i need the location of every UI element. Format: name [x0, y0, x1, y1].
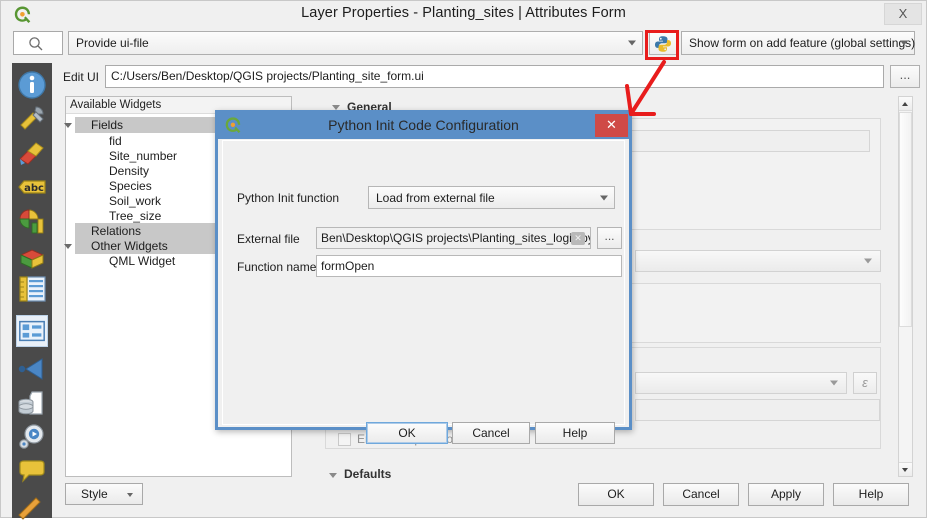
search-input[interactable] — [13, 31, 63, 55]
sidebar-item-attributes-form[interactable] — [16, 315, 48, 347]
actions-gear-icon — [19, 424, 44, 449]
page-title: Layer Properties - Planting_sites | Attr… — [301, 5, 626, 21]
dialog-ok-button[interactable]: OK — [366, 422, 448, 444]
edit-ui-label: Edit UI — [63, 70, 100, 84]
form-layout-select[interactable]: Provide ui-file — [68, 31, 643, 55]
dialog-close-button[interactable]: ✕ — [595, 114, 628, 137]
sidebar-item-source[interactable] — [16, 103, 48, 135]
labels-abc-icon: abc — [18, 180, 46, 194]
dialog-title-bar: Python Init Code Configuration ✕ — [218, 113, 629, 139]
right-panel-scrollbar[interactable] — [898, 96, 913, 477]
layer-properties-window: Layer Properties - Planting_sites | Attr… — [0, 0, 927, 520]
tree-label: Density — [109, 164, 150, 178]
sidebar-item-diagrams[interactable] — [16, 205, 48, 237]
function-name-input[interactable]: formOpen — [316, 255, 622, 277]
widget-type-select[interactable] — [635, 250, 881, 272]
properties-category-rail: abc — [12, 63, 52, 520]
scroll-down-button[interactable] — [899, 462, 912, 476]
external-file-browse-button[interactable]: ... — [597, 227, 622, 249]
information-icon — [18, 71, 46, 99]
tree-label: Tree_size — [109, 209, 162, 223]
sidebar-item-labels[interactable]: abc — [16, 171, 48, 203]
dialog-button-bar: Style OK Cancel Apply Help — [1, 477, 927, 517]
function-name-label: Function name — [237, 260, 317, 274]
tree-label: fid — [109, 134, 122, 148]
style-button-label: Style — [81, 487, 108, 501]
chevron-down-icon — [628, 40, 636, 46]
edit-ui-row: Edit UI C:/Users/Ben/Desktop/QGIS projec… — [1, 65, 927, 91]
svg-text:abc: abc — [24, 183, 44, 194]
chevron-down-icon[interactable] — [64, 123, 72, 128]
python-init-function-select[interactable]: Load from external file — [368, 186, 615, 209]
dialog-cancel-button[interactable]: Cancel — [452, 422, 530, 444]
triangle-down-icon — [902, 468, 908, 472]
fields-ruler-icon — [19, 276, 46, 302]
edit-ui-input[interactable]: C:/Users/Ben/Desktop/QGIS projects/Plant… — [105, 65, 884, 88]
apply-button[interactable]: Apply — [748, 483, 824, 506]
auxiliary-storage-icon — [18, 391, 43, 415]
joins-arrow-icon — [18, 358, 43, 380]
clear-icon[interactable]: ✕ — [571, 232, 585, 245]
attributes-form-icon — [19, 320, 45, 342]
tree-label: Fields — [91, 118, 124, 132]
show-form-value: Show form on add feature (global setting… — [689, 36, 916, 50]
sidebar-item-3d-view[interactable] — [16, 239, 48, 271]
title-bar: Layer Properties - Planting_sites | Attr… — [1, 1, 926, 28]
tree-label: Site_number — [109, 149, 178, 163]
external-file-input[interactable]: Ben\Desktop\QGIS projects\Planting_sites… — [316, 227, 591, 249]
external-file-label: External file — [237, 232, 300, 246]
show-form-on-add-feature-select[interactable]: Show form on add feature (global setting… — [681, 31, 915, 55]
tree-label: Relations — [91, 224, 142, 238]
tree-label: QML Widget — [109, 254, 176, 268]
diagrams-chart-icon — [19, 209, 44, 234]
chevron-down-icon — [864, 258, 872, 264]
window-close-button[interactable]: X — [884, 3, 922, 25]
python-init-code-button[interactable] — [649, 31, 677, 55]
python-init-function-label: Python Init function — [237, 191, 340, 205]
sidebar-item-symbology[interactable] — [16, 137, 48, 169]
python-init-function-value: Load from external file — [376, 190, 495, 205]
sidebar-item-auxiliary-storage[interactable] — [16, 387, 48, 419]
dialog-body: Python Init function Load from external … — [222, 140, 625, 444]
tree-label: Other Widgets — [91, 239, 168, 253]
python-init-code-configuration-dialog: Python Init Code Configuration ✕ Python … — [215, 110, 632, 444]
form-layout-value: Provide ui-file — [76, 36, 149, 50]
style-menu-button[interactable]: Style — [65, 483, 143, 505]
source-tools-icon — [20, 106, 44, 130]
chevron-down-icon[interactable] — [64, 244, 72, 249]
sidebar-item-actions[interactable] — [16, 421, 48, 453]
sidebar-item-joins[interactable] — [16, 353, 48, 385]
tree-label: Species — [109, 179, 152, 193]
tree-label: Soil_work — [109, 194, 162, 208]
ok-button[interactable]: OK — [578, 483, 654, 506]
3d-view-cube-icon — [19, 249, 45, 269]
dialog-title: Python Init Code Configuration — [328, 117, 519, 133]
edit-ui-browse-button[interactable]: ... — [890, 65, 920, 88]
scrollbar-thumb[interactable] — [899, 112, 912, 327]
scroll-up-button[interactable] — [899, 97, 912, 111]
symbology-brush-icon — [19, 142, 44, 165]
external-file-value: Ben\Desktop\QGIS projects\Planting_sites… — [321, 231, 591, 245]
sidebar-item-information[interactable] — [16, 69, 48, 101]
cancel-button[interactable]: Cancel — [663, 483, 739, 506]
sidebar-item-fields[interactable] — [16, 273, 48, 305]
enforce-expression-constraint-checkbox[interactable] — [338, 433, 351, 446]
attributes-form-toolbar: Provide ui-file Show form on add feature… — [2, 28, 927, 58]
chevron-down-icon — [127, 493, 133, 497]
chevron-down-icon — [600, 195, 608, 200]
dialog-help-button[interactable]: Help — [535, 422, 615, 444]
chevron-down-icon — [900, 40, 908, 46]
triangle-up-icon — [902, 102, 908, 106]
help-button[interactable]: Help — [833, 483, 909, 506]
